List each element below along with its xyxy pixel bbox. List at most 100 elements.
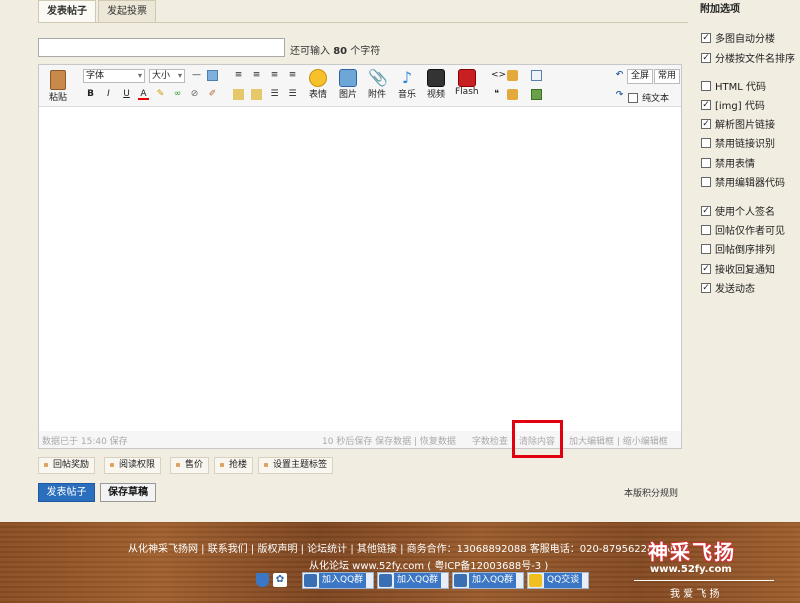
plaintext-toggle[interactable]: 纯文本 bbox=[628, 91, 669, 104]
save-draft-button[interactable]: 保存草稿 bbox=[100, 483, 156, 502]
float-right-icon[interactable] bbox=[251, 89, 262, 100]
unlink-icon[interactable]: ⊘ bbox=[189, 89, 200, 100]
flash-button[interactable]: Flash bbox=[455, 69, 479, 97]
footer-links[interactable]: 从化神采飞扬网 | 联系我们 | 版权声明 | 论坛统计 | 其他链接 | 商务… bbox=[128, 540, 688, 555]
option-checkbox[interactable] bbox=[701, 157, 711, 168]
editor-status-bar: 数据已于 15:40 保存 10 秒后保存 保存数据 | 恢复数据 字数检查 清… bbox=[39, 431, 681, 448]
extra-option-6[interactable]: 禁用表情 bbox=[701, 155, 755, 170]
option-checkbox[interactable]: ✓ bbox=[701, 99, 711, 110]
align-justify-icon[interactable]: ≡ bbox=[287, 70, 298, 81]
code-button[interactable]: <> bbox=[491, 70, 506, 81]
option-checkbox[interactable] bbox=[701, 176, 711, 187]
word-check-link[interactable]: 字数检查 bbox=[472, 434, 508, 447]
option-checkbox[interactable]: ✓ bbox=[701, 52, 711, 63]
page-icon[interactable] bbox=[531, 70, 542, 81]
option-checkbox[interactable]: ✓ bbox=[701, 118, 711, 129]
highlight-icon[interactable]: ✎ bbox=[155, 89, 166, 100]
option-checkbox[interactable]: ✓ bbox=[701, 282, 711, 293]
underline-button[interactable]: U bbox=[121, 89, 132, 100]
extra-option-11[interactable]: ✓ 接收回复通知 bbox=[701, 261, 775, 276]
align-right-icon[interactable]: ≡ bbox=[269, 70, 280, 81]
extra-option-1[interactable]: ✓ 分楼按文件名排序 bbox=[701, 50, 795, 65]
qq-chat-button[interactable]: QQ交谈 bbox=[527, 572, 589, 589]
paw-icon[interactable]: ✿ bbox=[273, 573, 287, 587]
resize-links[interactable]: 加大编辑框 | 缩小编辑框 bbox=[569, 434, 668, 447]
music-button[interactable]: ♪ 音乐 bbox=[398, 69, 416, 101]
extra-option-8[interactable]: ✓ 使用个人签名 bbox=[701, 203, 775, 218]
common-button[interactable]: 常用 bbox=[654, 69, 681, 84]
common-label: 常用 bbox=[658, 71, 677, 81]
option-tags[interactable]: 设置主题标签 bbox=[258, 457, 334, 474]
extra-option-2[interactable]: HTML 代码 bbox=[701, 78, 766, 93]
subject-input[interactable] bbox=[38, 38, 285, 57]
qq-group-button-3[interactable]: 加入QQ群 bbox=[452, 572, 524, 589]
lock-icon[interactable] bbox=[507, 70, 518, 81]
align-center-icon[interactable]: ≡ bbox=[251, 70, 262, 81]
option-floor[interactable]: 抢楼 bbox=[214, 457, 254, 474]
extra-option-5[interactable]: 禁用链接识别 bbox=[701, 135, 775, 150]
image-button[interactable]: 图片 bbox=[339, 69, 357, 100]
video-button[interactable]: 视频 bbox=[427, 69, 445, 100]
option-label: 分楼按文件名排序 bbox=[715, 54, 795, 65]
redo-icon[interactable]: ↷ bbox=[614, 90, 625, 101]
extra-option-9[interactable]: 回帖仅作者可见 bbox=[701, 222, 785, 237]
option-checkbox[interactable]: ✓ bbox=[701, 32, 711, 43]
option-checkbox[interactable]: ✓ bbox=[701, 263, 711, 274]
float-left-icon[interactable] bbox=[233, 89, 244, 100]
hide-icon[interactable] bbox=[507, 89, 518, 100]
extra-option-4[interactable]: ✓ 解析图片链接 bbox=[701, 116, 775, 131]
site-logo[interactable]: 神采飞扬 bbox=[648, 536, 736, 565]
extra-option-3[interactable]: ✓ [img] 代码 bbox=[701, 97, 765, 112]
option-reply-reward[interactable]: 回帖奖励 bbox=[38, 457, 96, 474]
flash-label: Flash bbox=[455, 87, 479, 97]
subject-hint: 还可输入 80 个字符 bbox=[290, 42, 380, 57]
text-color-button[interactable]: A bbox=[138, 89, 149, 100]
fullscreen-button[interactable]: 全屏 bbox=[627, 69, 654, 84]
size-select[interactable]: 大小 bbox=[149, 69, 185, 83]
tab-post[interactable]: 发表帖子 bbox=[38, 0, 96, 23]
option-label: 抢楼 bbox=[229, 460, 248, 470]
undo-icon[interactable]: ↶ bbox=[614, 70, 625, 81]
option-checkbox[interactable] bbox=[701, 224, 711, 235]
extra-option-7[interactable]: 禁用编辑器代码 bbox=[701, 174, 785, 189]
tab-poll[interactable]: 发起投票 bbox=[98, 0, 156, 22]
option-price[interactable]: 售价 bbox=[170, 457, 210, 474]
plaintext-checkbox[interactable] bbox=[628, 92, 638, 103]
submit-post-button[interactable]: 发表帖子 bbox=[38, 483, 95, 502]
video-label: 视频 bbox=[427, 90, 446, 100]
option-checkbox[interactable] bbox=[701, 80, 711, 91]
option-checkbox[interactable]: ✓ bbox=[701, 205, 711, 216]
autosave-links[interactable]: 10 秒后保存 保存数据 | 恢复数据 bbox=[322, 434, 456, 447]
table-icon[interactable] bbox=[207, 70, 218, 81]
qq-group-button-1[interactable]: 加入QQ群 bbox=[302, 572, 374, 589]
free-icon[interactable] bbox=[531, 89, 542, 100]
extra-option-0[interactable]: ✓ 多图自动分楼 bbox=[701, 30, 775, 45]
post-tabs: 发表帖子 发起投票 bbox=[38, 0, 158, 23]
ordered-list-icon[interactable]: ☰ bbox=[269, 89, 280, 100]
extra-option-10[interactable]: 回帖倒序排列 bbox=[701, 241, 775, 256]
option-label: [img] 代码 bbox=[715, 101, 765, 112]
bullet-list-icon[interactable]: ☰ bbox=[287, 89, 298, 100]
editor-textarea[interactable] bbox=[39, 108, 681, 430]
paste-label: 粘贴 bbox=[49, 93, 68, 103]
align-left-icon[interactable]: ≡ bbox=[233, 70, 244, 81]
option-read-permission[interactable]: 阅读权限 bbox=[104, 457, 162, 474]
quote-button[interactable]: ❝ bbox=[491, 89, 502, 100]
attach-button[interactable]: 📎 附件 bbox=[368, 69, 388, 101]
bold-button[interactable]: B bbox=[85, 89, 96, 100]
shield-icon[interactable] bbox=[256, 573, 269, 587]
flash-icon bbox=[457, 69, 476, 87]
option-checkbox[interactable] bbox=[701, 137, 711, 148]
extra-option-12[interactable]: ✓ 发送动态 bbox=[701, 280, 755, 295]
italic-button[interactable]: I bbox=[103, 89, 114, 100]
font-select[interactable]: 字体 bbox=[83, 69, 145, 83]
clear-format-icon[interactable]: ✐ bbox=[207, 89, 218, 100]
hr-icon[interactable]: — bbox=[191, 70, 202, 81]
option-checkbox[interactable] bbox=[701, 243, 711, 254]
option-label: 禁用链接识别 bbox=[715, 139, 775, 150]
qq-group-button-2[interactable]: 加入QQ群 bbox=[377, 572, 449, 589]
emoji-button[interactable]: 表情 bbox=[309, 69, 327, 100]
link-icon[interactable]: ∞ bbox=[172, 89, 183, 100]
rules-link[interactable]: 本版积分规则 bbox=[624, 486, 678, 499]
paste-button[interactable]: 粘贴 bbox=[49, 70, 67, 103]
